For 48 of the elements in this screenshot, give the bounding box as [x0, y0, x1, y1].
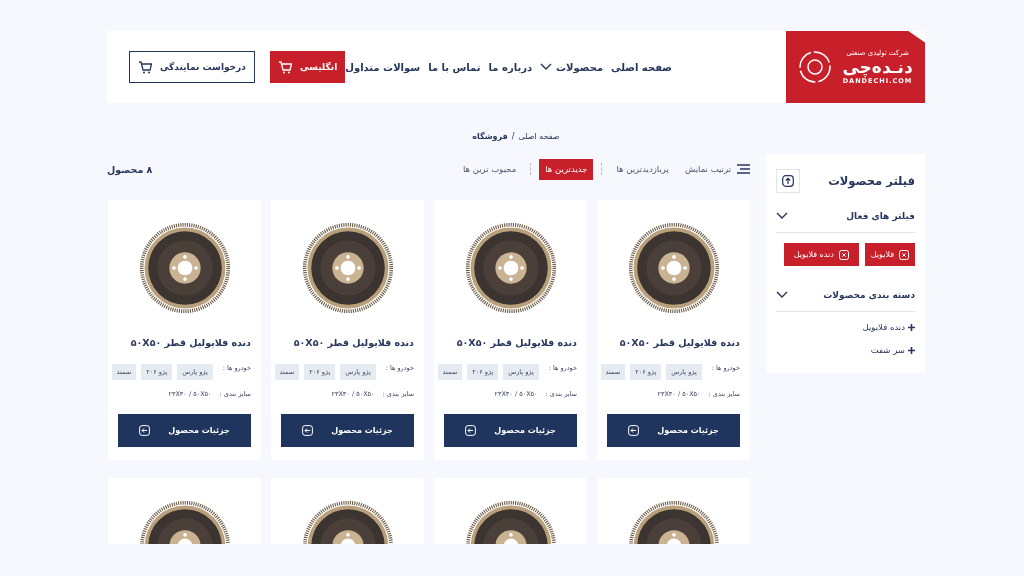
product-title[interactable]: دنده فلایولیل قطر ۵۰X۵۰ [281, 337, 414, 348]
product-details-button[interactable]: جزئیات محصول [118, 414, 251, 447]
product-details-button[interactable]: جزئیات محصول [281, 414, 414, 447]
filter-section-header[interactable]: فیلتر های فعال [776, 211, 915, 233]
arrow-up-icon [782, 175, 794, 187]
cart-icon [277, 60, 292, 74]
product-details-button[interactable]: جزئیات محصول [444, 414, 577, 447]
plus-icon [908, 323, 915, 331]
language-button[interactable]: انگلیسی [269, 51, 346, 83]
arrow-left-icon [628, 425, 640, 436]
breadcrumb-link[interactable]: فروشگاه [472, 132, 508, 144]
cart-icon [138, 60, 152, 74]
sort-label: ترتیب نمایش [684, 164, 731, 174]
nav-link[interactable]: محصولات [540, 61, 604, 73]
agency-request-button[interactable]: درخواست نمایندگی [129, 51, 255, 83]
breadcrumb-separator: / [511, 132, 515, 143]
arrow-left-icon [139, 425, 151, 436]
category-link[interactable]: دنده فلایویل [776, 322, 915, 332]
product-title[interactable]: دنده فلایولیل قطر ۵۰X۵۰ [118, 337, 251, 348]
filter-title: فیلتر محصولات [828, 174, 915, 188]
chevron-down-icon[interactable] [776, 212, 788, 220]
sort-option[interactable]: محبوب ترین ها [456, 158, 523, 180]
sort-option[interactable]: پربازدیدترین ها [610, 158, 675, 180]
remove-icon [838, 249, 849, 260]
chevron-down-icon[interactable] [776, 291, 788, 299]
arrow-left-icon [302, 425, 314, 436]
remove-icon [899, 249, 909, 260]
filter-section-header[interactable]: دسته بندی محصولات [776, 290, 915, 312]
nav-link[interactable]: سوالات متداول [345, 61, 421, 73]
active-filter-chip[interactable]: دنده فلایویل [783, 243, 859, 266]
product-details-button[interactable]: جزئیات محصول [607, 414, 740, 447]
nav-link[interactable]: صفحه اصلی [611, 61, 672, 73]
dropdown-caret-icon [540, 63, 553, 71]
breadcrumb-link[interactable]: صفحه اصلی [518, 132, 560, 144]
sort-option[interactable]: جدیدترین ها [539, 158, 594, 180]
gear-logo-icon [798, 50, 833, 84]
nav-link[interactable]: تماس با ما [428, 61, 481, 73]
product-count: ۸ محصول [107, 163, 153, 175]
category-link[interactable]: سر شفت [776, 345, 915, 355]
plus-icon [908, 346, 915, 354]
nav-link[interactable]: درباره ما [488, 61, 533, 73]
logo-text: دنـده‌چی [842, 57, 913, 77]
list-sort-icon [737, 164, 750, 174]
active-filter-chip[interactable]: فلایویل [864, 243, 915, 266]
product-title[interactable]: دنده فلایولیل قطر ۵۰X۵۰ [607, 337, 740, 348]
arrow-left-icon [465, 425, 477, 436]
product-title[interactable]: دنده فلایولیل قطر ۵۰X۵۰ [444, 337, 577, 348]
collapse-button[interactable] [776, 169, 800, 193]
